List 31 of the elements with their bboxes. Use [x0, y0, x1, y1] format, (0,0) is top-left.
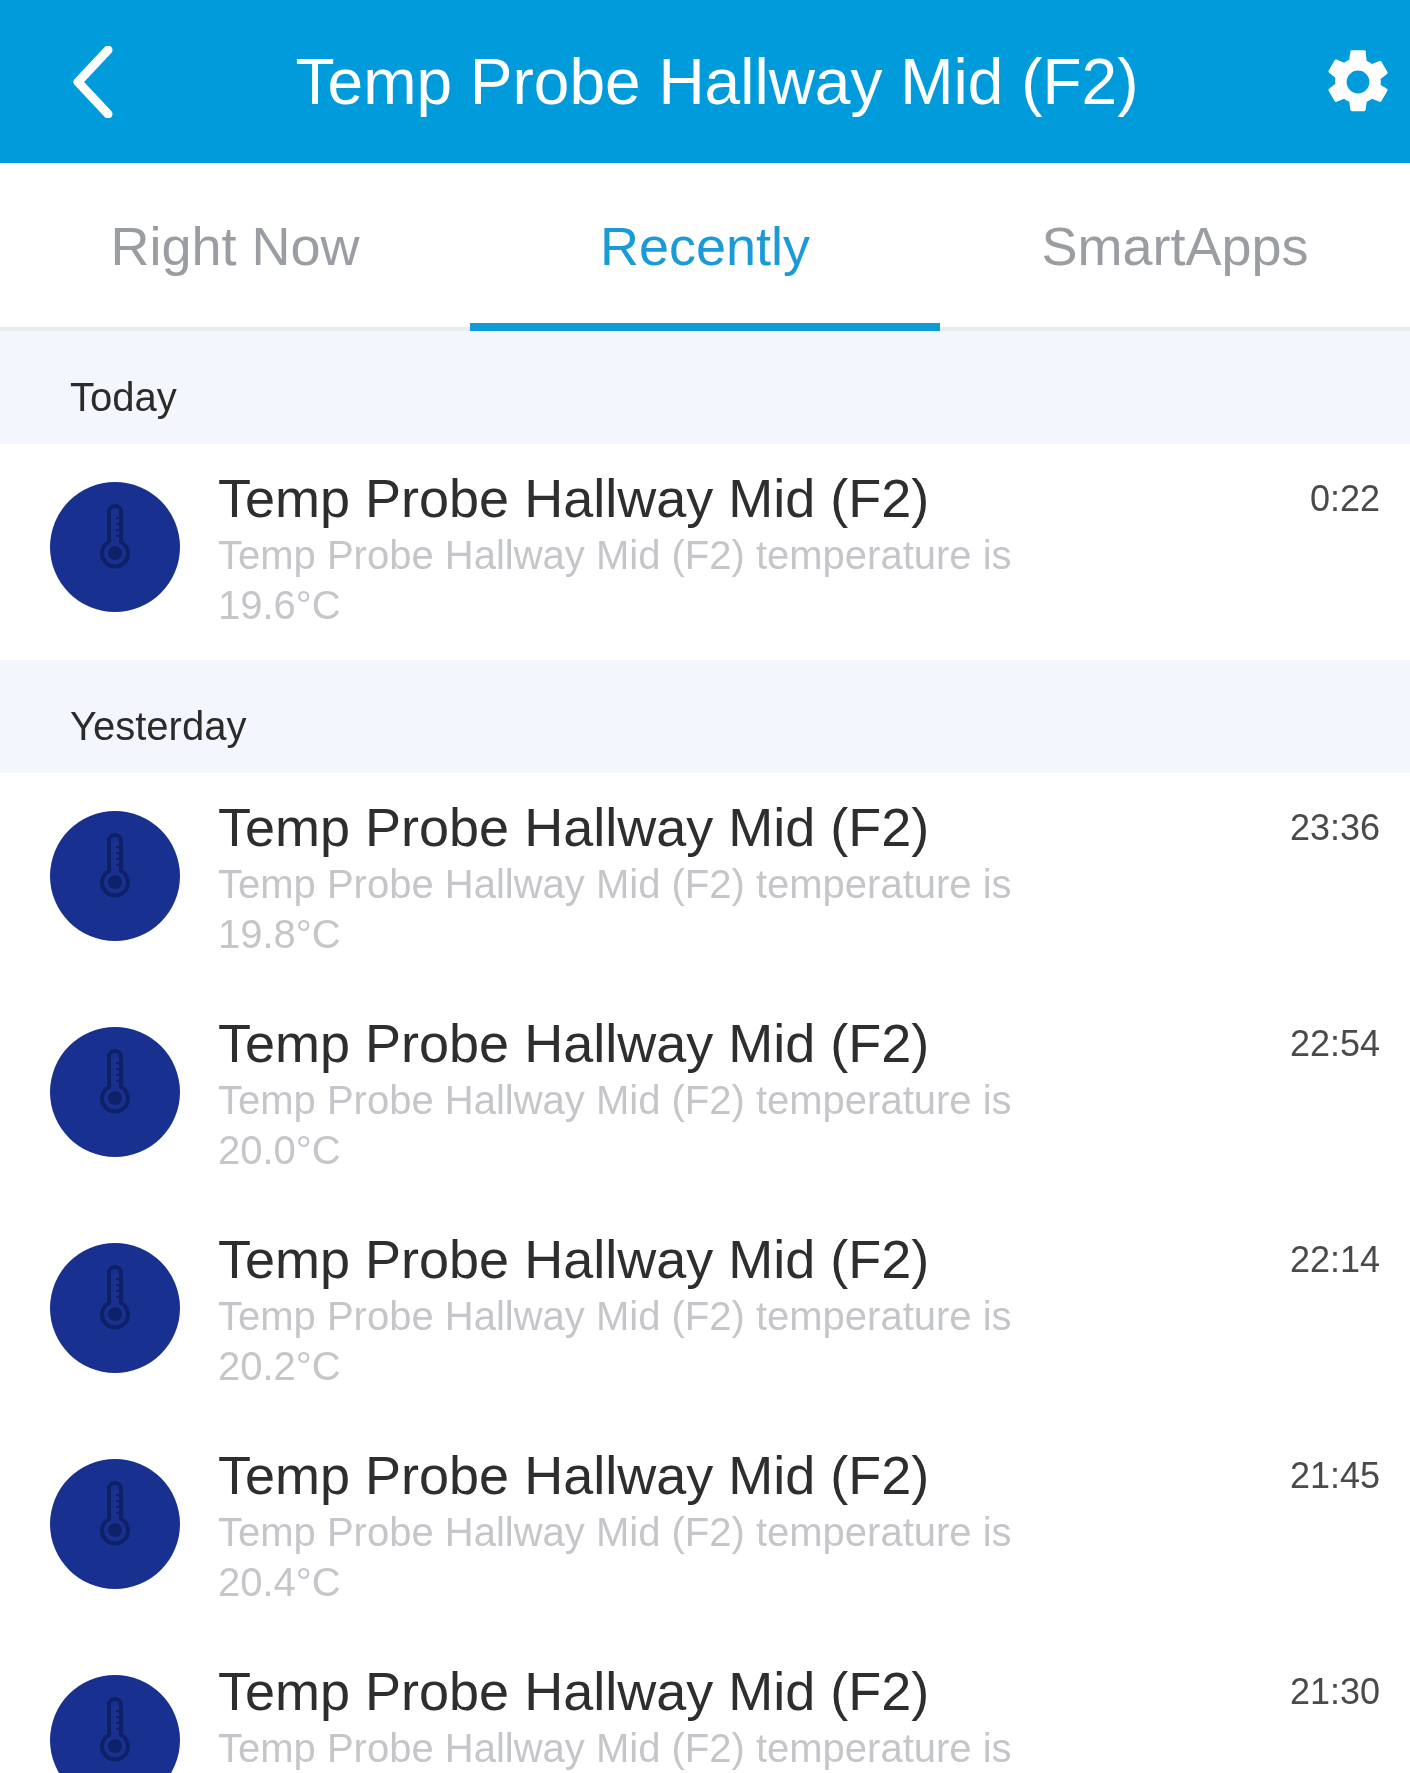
tab[interactable]: Right Now — [0, 163, 470, 331]
thermometer-icon — [50, 1675, 180, 1773]
thermometer-icon — [50, 1243, 180, 1373]
tab[interactable]: SmartApps — [940, 163, 1410, 331]
event-title: Temp Probe Hallway Mid (F2) — [218, 1660, 930, 1723]
event-title: Temp Probe Hallway Mid (F2) — [218, 1444, 930, 1507]
event-description: Temp Probe Hallway Mid (F2) temperature is 20.0°C — [218, 1077, 1013, 1174]
event-description: Temp Probe Hallway Mid (F2) temperature is 19.6°C — [218, 532, 1013, 629]
screen-title: Temp Probe Hallway Mid (F2) — [295, 44, 1139, 119]
event-time: 21:30 — [1289, 1671, 1380, 1713]
event-time: 22:14 — [1289, 1239, 1380, 1281]
section-title: Yesterday — [70, 704, 247, 749]
event-title: Temp Probe Hallway Mid (F2) — [218, 1228, 930, 1291]
event-time: 22:54 — [1289, 1023, 1380, 1065]
event-title: Temp Probe Hallway Mid (F2) — [218, 467, 930, 530]
event-time: 0:22 — [1309, 478, 1380, 520]
section-title: Today — [70, 375, 177, 420]
event-description: Temp Probe Hallway Mid (F2) temperature is 19.8°C — [218, 861, 1013, 958]
event-title: Temp Probe Hallway Mid (F2) — [218, 796, 930, 859]
event-description: Temp Probe Hallway Mid (F2) temperature is 20.2°C — [218, 1293, 1013, 1390]
thermometer-icon — [50, 1459, 180, 1589]
back-button[interactable] — [70, 45, 114, 118]
event-time: 23:36 — [1289, 807, 1380, 849]
thermometer-icon — [50, 482, 180, 612]
event-description: Temp Probe Hallway Mid (F2) temperature is — [218, 1725, 1013, 1772]
back-icon — [70, 45, 114, 118]
event-description: Temp Probe Hallway Mid (F2) temperature is 20.4°C — [218, 1509, 1013, 1606]
thermometer-icon — [50, 811, 180, 941]
thermometer-icon — [50, 1027, 180, 1157]
event-title: Temp Probe Hallway Mid (F2) — [218, 1012, 930, 1075]
event-time: 21:45 — [1289, 1455, 1380, 1497]
